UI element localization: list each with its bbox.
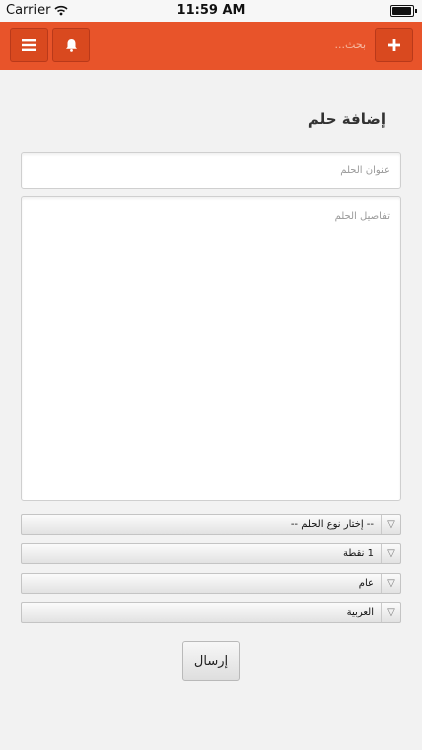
title-placeholder: عنوان الحلم [340,165,390,176]
chevron-down-icon: ▽ [381,603,400,622]
chevron-down-icon: ▽ [381,574,400,593]
visibility-value: عام [358,578,374,589]
dream-type-value: -- إختار نوع الحلم -- [290,519,374,530]
menu-button[interactable] [10,28,48,62]
language-value: العربية [346,607,374,618]
chevron-down-icon: ▽ [381,544,400,563]
plus-icon [388,39,400,51]
battery-icon [390,5,417,17]
notifications-button[interactable] [52,28,90,62]
points-value: 1 نقطة [343,548,374,559]
dream-type-select[interactable]: -- إختار نوع الحلم -- ▽ [21,514,401,535]
status-bar: Carrier 11:59 AM [0,0,422,22]
submit-button[interactable]: إرسال [182,641,240,681]
menu-icon [22,39,36,51]
search-input[interactable]: بحث... [335,38,366,51]
battery-level [392,7,411,15]
points-select[interactable]: 1 نقطة ▽ [21,543,401,564]
app-bar: بحث... [0,22,422,70]
details-textarea[interactable]: تفاصيل الحلم [21,196,401,501]
title-input[interactable]: عنوان الحلم [21,152,401,189]
details-placeholder: تفاصيل الحلم [334,211,390,222]
status-time: 11:59 AM [176,3,246,18]
add-button[interactable] [375,28,413,62]
chevron-down-icon: ▽ [381,515,400,534]
bell-icon [65,39,77,52]
language-select[interactable]: العربية ▽ [21,602,401,623]
page-title: إضافة حلم [307,110,386,128]
visibility-select[interactable]: عام ▽ [21,573,401,594]
